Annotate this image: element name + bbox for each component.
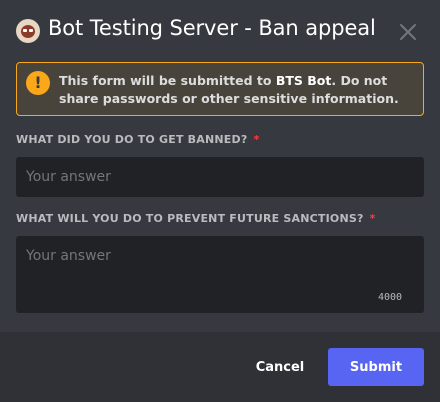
answer-input-1[interactable] — [16, 157, 424, 197]
submit-button[interactable]: Submit — [328, 348, 424, 386]
cancel-button[interactable]: Cancel — [247, 348, 313, 386]
warning-icon: ! — [26, 71, 50, 95]
required-mark: * — [253, 133, 260, 146]
answer-textarea-2[interactable] — [16, 236, 424, 313]
required-mark: * — [369, 212, 376, 225]
character-counter: 4000 — [378, 292, 403, 303]
question-label-1-text: WHAT DID YOU DO TO GET BANNED? — [16, 133, 248, 146]
avatar-eye-left — [23, 29, 27, 32]
avatar-eye-right — [29, 29, 33, 32]
close-icon[interactable] — [396, 20, 420, 44]
modal-footer: Cancel Submit — [0, 332, 440, 402]
warning-banner: ! This form will be submitted to BTS Bot… — [16, 62, 424, 116]
ban-appeal-modal: Bot Testing Server - Ban appeal ! This f… — [0, 0, 440, 402]
question-label-1: WHAT DID YOU DO TO GET BANNED? * — [16, 133, 259, 146]
warning-text-before: This form will be submitted to — [59, 73, 276, 88]
question-label-2-text: WHAT WILL YOU DO TO PREVENT FUTURE SANCT… — [16, 212, 364, 225]
warning-text: This form will be submitted to BTS Bot. … — [59, 72, 419, 108]
modal-header: Bot Testing Server - Ban appeal — [0, 0, 440, 62]
server-avatar — [16, 19, 40, 43]
question-label-2: WHAT WILL YOU DO TO PREVENT FUTURE SANCT… — [16, 212, 376, 225]
modal-title: Bot Testing Server - Ban appeal — [48, 16, 376, 40]
warning-bot-name: BTS Bot — [275, 73, 332, 88]
warning-icon-glyph: ! — [34, 73, 42, 92]
